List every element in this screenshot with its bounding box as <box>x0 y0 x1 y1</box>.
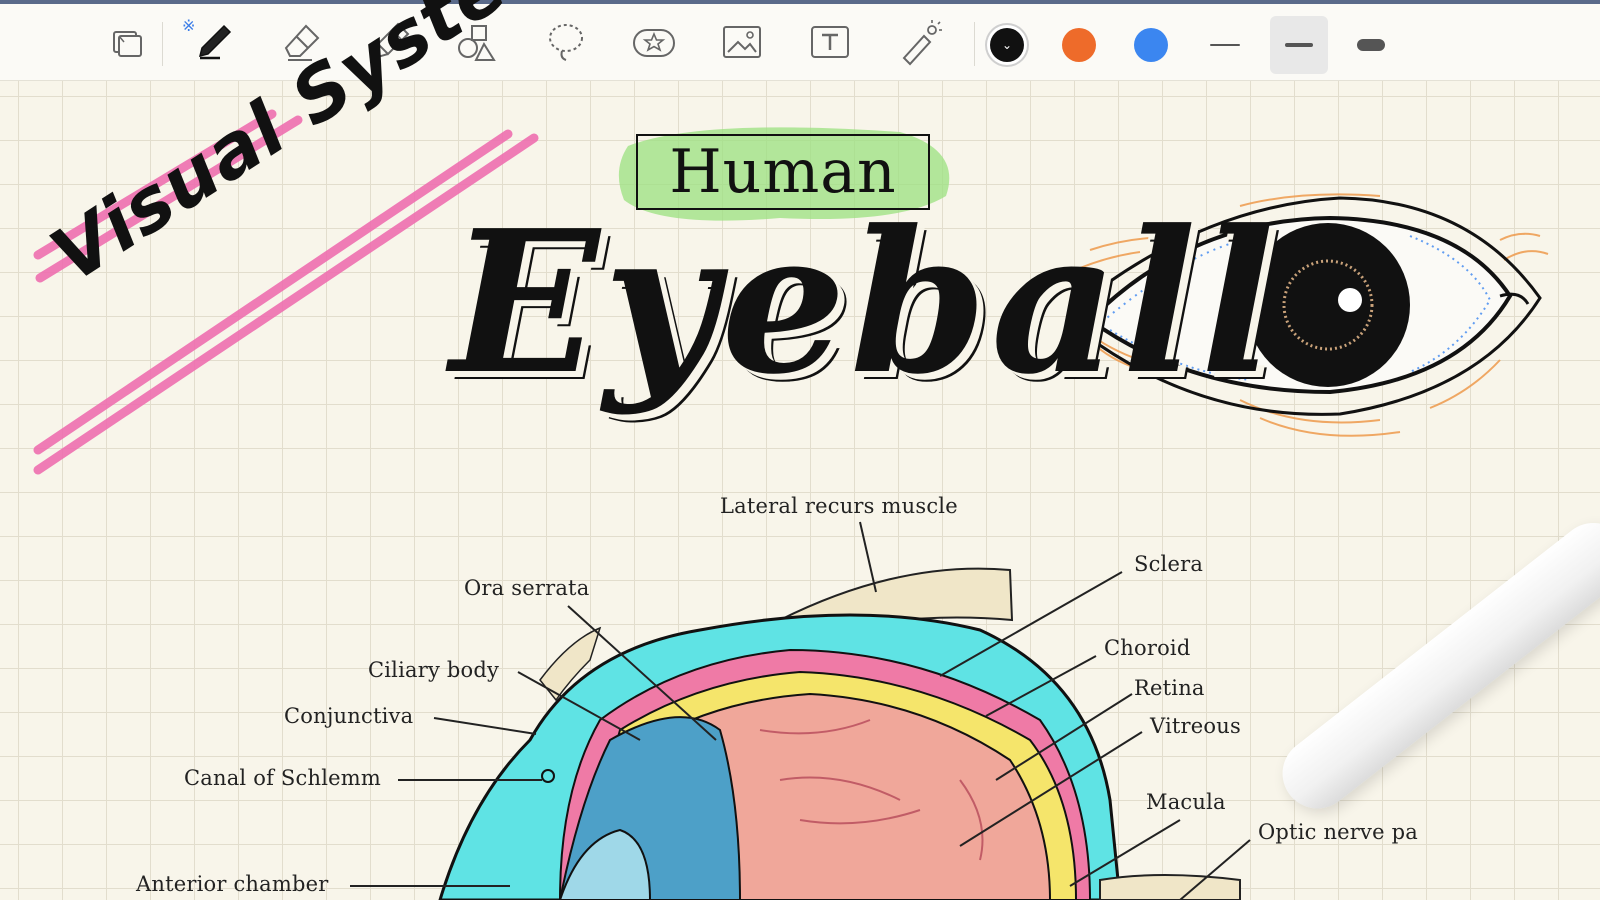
label-ora-serrata: Ora serrata <box>464 576 590 600</box>
label-canal-of-schlemm: Canal of Schlemm <box>184 766 381 790</box>
eyeball-title: Eyeball <box>450 188 1279 418</box>
label-optic-nerve: Optic nerve pa <box>1258 820 1418 844</box>
label-retina: Retina <box>1134 676 1205 700</box>
label-ciliary-body: Ciliary body <box>368 658 500 682</box>
label-macula: Macula <box>1146 790 1226 814</box>
label-vitreous: Vitreous <box>1150 714 1241 738</box>
label-conjunctiva: Conjunctiva <box>284 704 414 728</box>
label-sclera: Sclera <box>1134 552 1204 576</box>
notebook-canvas[interactable]: ※ ⌄ Visual System Human Eyeball Lateral … <box>0 0 1600 900</box>
label-lateral-recurs-muscle: Lateral recurs muscle <box>720 494 958 518</box>
label-choroid: Choroid <box>1104 636 1191 660</box>
label-anterior-chamber: Anterior chamber <box>136 872 329 896</box>
eyeball-cross-section <box>438 567 1241 900</box>
